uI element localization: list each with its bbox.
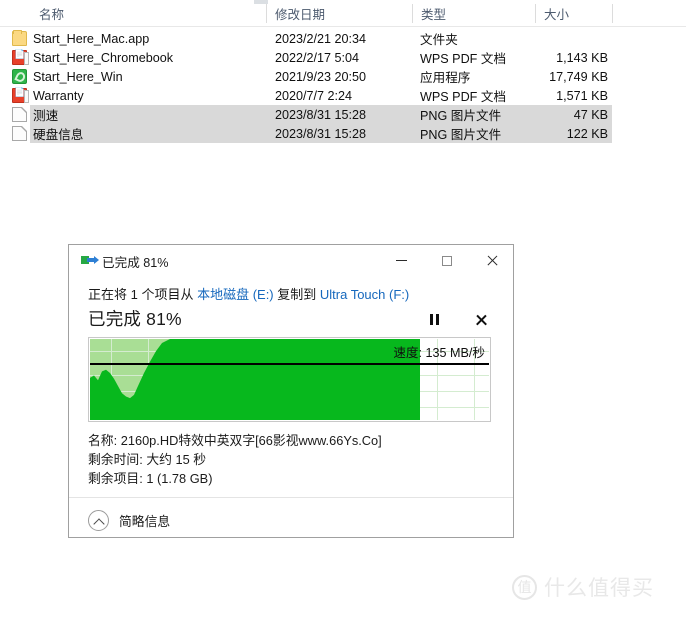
transfer-prefix: 正在将 1 个项目从 bbox=[88, 287, 198, 302]
dialog-title: 已完成 81% bbox=[102, 256, 169, 270]
close-icon bbox=[486, 255, 498, 267]
detail-time-value: 大约 15 秒 bbox=[146, 452, 207, 467]
cell-name: 测速 bbox=[33, 109, 59, 123]
pause-icon bbox=[429, 313, 439, 325]
minimize-button[interactable] bbox=[379, 245, 424, 276]
pause-button[interactable] bbox=[421, 308, 447, 330]
detail-remaining-items: 剩余项目: 1 (1.78 GB) bbox=[88, 468, 212, 487]
copy-progress-dialog: 已完成 81% 正在将 1 个项目从 本地磁盘 (E:) 复制到 Ultra T… bbox=[68, 244, 514, 538]
table-row[interactable]: Start_Here_Win 2021/9/23 20:50 应用程序 17,7… bbox=[0, 67, 686, 86]
watermark-logo-icon: 值 bbox=[512, 574, 537, 600]
cell-date: 2022/2/17 5:04 bbox=[275, 50, 360, 65]
speed-area-series bbox=[90, 339, 420, 420]
transfer-destination-link[interactable]: Ultra Touch (F:) bbox=[320, 287, 409, 302]
pdf-file-icon bbox=[12, 88, 29, 103]
detail-items-label: 剩余项目: bbox=[88, 471, 143, 486]
column-header-name[interactable]: 名称 bbox=[30, 0, 266, 27]
transfer-description: 正在将 1 个项目从 本地磁盘 (E:) 复制到 Ultra Touch (F:… bbox=[88, 284, 409, 303]
speed-readout: 速度: 135 MB/秒 bbox=[393, 346, 485, 360]
cell-size: 47 KB bbox=[573, 107, 608, 122]
watermark-text: 什么值得买 bbox=[544, 576, 654, 600]
cell-type: 文件夹 bbox=[420, 33, 458, 47]
column-divider[interactable] bbox=[266, 4, 267, 23]
detail-remaining-time: 剩余时间: 大约 15 秒 bbox=[88, 449, 206, 468]
file-list-panel: 名称 修改日期 类型 大小 Start_Here_Mac.app 2023/2/… bbox=[0, 0, 686, 160]
close-button[interactable] bbox=[469, 245, 514, 276]
screen-root: 名称 修改日期 类型 大小 Start_Here_Mac.app 2023/2/… bbox=[0, 0, 686, 620]
table-row[interactable]: Start_Here_Chromebook 2022/2/17 5:04 WPS… bbox=[0, 48, 686, 67]
cell-type: WPS PDF 文档 bbox=[420, 90, 507, 104]
cell-date: 2023/8/31 15:28 bbox=[275, 126, 367, 141]
cell-date: 2023/2/21 20:34 bbox=[275, 31, 367, 46]
cell-size: 1,143 KB bbox=[556, 50, 608, 65]
table-row[interactable]: Start_Here_Mac.app 2023/2/21 20:34 文件夹 bbox=[0, 29, 686, 48]
detail-time-label: 剩余时间: bbox=[88, 452, 143, 467]
cancel-button[interactable] bbox=[468, 308, 494, 330]
cell-name: Start_Here_Mac.app bbox=[33, 31, 150, 46]
cell-type: PNG 图片文件 bbox=[420, 109, 502, 123]
image-file-icon bbox=[12, 107, 27, 122]
column-header-type[interactable]: 类型 bbox=[412, 0, 535, 27]
column-header-size[interactable]: 大小 bbox=[535, 0, 612, 27]
pdf-file-icon bbox=[12, 50, 29, 65]
table-row[interactable]: Warranty 2020/7/7 2:24 WPS PDF 文档 1,571 … bbox=[0, 86, 686, 105]
table-row[interactable]: 硬盘信息 2023/8/31 15:28 PNG 图片文件 122 KB bbox=[0, 124, 686, 143]
column-divider[interactable] bbox=[612, 4, 613, 23]
column-header-date[interactable]: 修改日期 bbox=[266, 0, 412, 27]
cell-date: 2021/9/23 20:50 bbox=[275, 69, 367, 84]
maximize-icon bbox=[441, 255, 452, 266]
column-divider[interactable] bbox=[412, 4, 413, 23]
progress-percent-text: 已完成 81% bbox=[88, 309, 182, 329]
speed-graph: 速度: 135 MB/秒 bbox=[88, 337, 491, 422]
column-header-row: 名称 修改日期 类型 大小 bbox=[0, 0, 686, 27]
chevron-up-icon bbox=[88, 509, 109, 531]
cell-size: 122 KB bbox=[566, 126, 608, 141]
footer-divider bbox=[69, 497, 513, 498]
cell-date: 2023/8/31 15:28 bbox=[275, 107, 367, 122]
application-icon bbox=[12, 69, 27, 84]
cell-size bbox=[535, 29, 608, 48]
watermark: 值 什么值得买 bbox=[512, 572, 654, 602]
transfer-source-link[interactable]: 本地磁盘 (E:) bbox=[197, 287, 274, 302]
maximize-button[interactable] bbox=[424, 245, 469, 276]
speed-graph-plot: 速度: 135 MB/秒 bbox=[90, 339, 489, 420]
dialog-titlebar[interactable]: 已完成 81% bbox=[69, 245, 513, 276]
cell-type: 应用程序 bbox=[420, 71, 471, 85]
table-row[interactable]: 测速 2023/8/31 15:28 PNG 图片文件 47 KB bbox=[0, 105, 686, 124]
cell-name: Start_Here_Win bbox=[33, 69, 123, 84]
cell-name: Warranty bbox=[33, 88, 84, 103]
header-underline bbox=[0, 26, 686, 27]
folder-icon bbox=[12, 30, 27, 46]
cell-date: 2020/7/7 2:24 bbox=[275, 88, 353, 103]
cancel-icon bbox=[476, 314, 487, 325]
file-rows: Start_Here_Mac.app 2023/2/21 20:34 文件夹 S… bbox=[0, 29, 686, 143]
less-details-toggle[interactable]: 简略信息 bbox=[88, 507, 170, 533]
image-file-icon bbox=[12, 126, 27, 141]
detail-name-label: 名称: bbox=[88, 433, 118, 448]
copy-items-icon bbox=[81, 255, 99, 266]
cell-name: Start_Here_Chromebook bbox=[33, 50, 174, 65]
cell-type: WPS PDF 文档 bbox=[420, 52, 507, 66]
cell-size: 1,571 KB bbox=[556, 88, 608, 103]
cell-size: 17,749 KB bbox=[549, 69, 608, 84]
detail-name: 名称: 2160p.HD特效中英双字[66影视www.66Ys.Co] bbox=[88, 430, 382, 449]
detail-name-value: 2160p.HD特效中英双字[66影视www.66Ys.Co] bbox=[120, 433, 382, 448]
average-speed-line bbox=[90, 363, 489, 365]
less-details-label: 简略信息 bbox=[119, 513, 171, 529]
sort-indicator bbox=[254, 0, 268, 4]
transfer-middle: 复制到 bbox=[273, 287, 320, 302]
detail-items-value: 1 (1.78 GB) bbox=[146, 471, 213, 486]
minimize-icon bbox=[396, 260, 407, 261]
cell-name: 硬盘信息 bbox=[33, 128, 84, 142]
column-divider[interactable] bbox=[535, 4, 536, 23]
cell-type: PNG 图片文件 bbox=[420, 128, 502, 142]
